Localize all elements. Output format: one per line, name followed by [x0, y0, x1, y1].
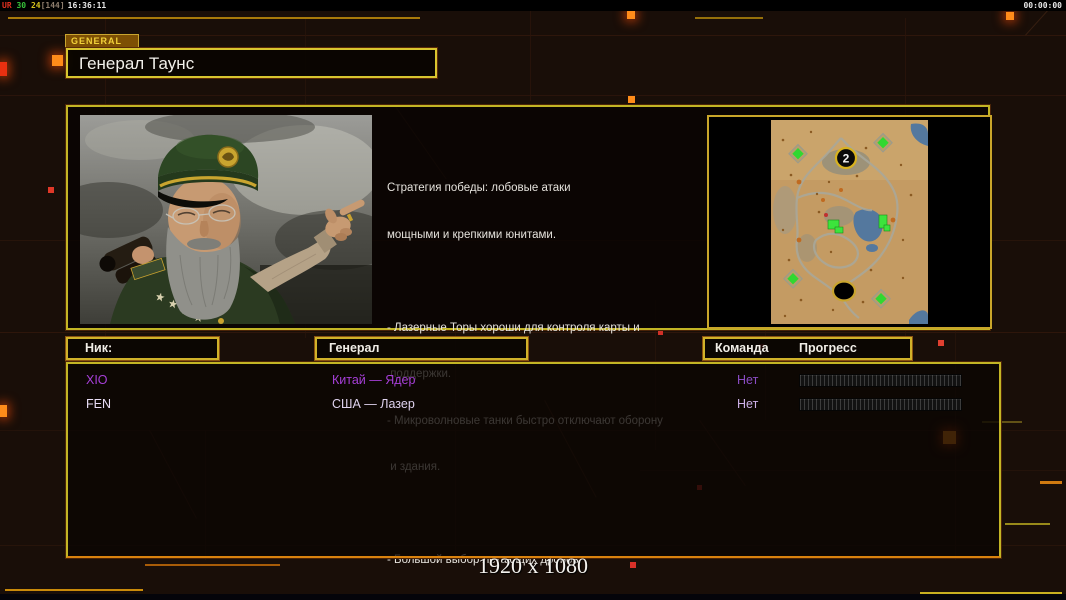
game-timer: 00:00:00 — [1023, 0, 1062, 11]
player-row[interactable]: FEN США — Лазер Нет — [68, 392, 999, 416]
clock-text: 16:36:11 — [68, 1, 107, 10]
bio-line — [387, 274, 717, 290]
general-portrait — [80, 115, 372, 324]
general-name-title: Генерал Таунс — [66, 48, 437, 78]
portrait-image — [80, 115, 372, 324]
circuit-line — [530, 11, 531, 101]
column-header-general: Генерал — [315, 337, 528, 360]
debug-status-bar: UR 30 24[144]16:36:11 00:00:00 — [0, 0, 1066, 11]
stat-value-bracket: [144] — [41, 1, 65, 10]
tab-general[interactable]: GENERAL — [65, 34, 139, 48]
glow-square — [627, 11, 635, 19]
player-progress-bar — [799, 398, 962, 411]
column-header-team-progress: Команда Прогресс — [703, 337, 912, 360]
glow-square — [1006, 12, 1014, 20]
general-info-panel: Стратегия победы: лобовые атаки мощными … — [66, 105, 990, 330]
bio-line: мощными и крепкими юнитами. — [387, 228, 717, 244]
player-general: США — Лазер — [332, 396, 415, 412]
circuit-line — [1040, 481, 1062, 484]
player-team: Нет — [737, 372, 758, 388]
general-column-label: Генерал — [329, 341, 379, 355]
player-progress-bar — [799, 374, 962, 387]
circuit-line — [5, 589, 143, 591]
performance-stats: UR 30 24[144]16:36:11 — [2, 0, 106, 11]
glow-square — [0, 62, 7, 76]
circuit-line — [0, 95, 1066, 96]
players-list-panel: XIO Китай — Ядер Нет FEN США — Лазер Нет — [66, 362, 1001, 558]
player-row[interactable]: XIO Китай — Ядер Нет — [68, 368, 999, 392]
minimap-start-marker-2: 2 — [843, 152, 850, 166]
glow-square — [628, 96, 635, 103]
circuit-line — [1005, 523, 1050, 525]
nick-column-label: Ник: — [85, 341, 112, 355]
glow-square — [48, 187, 54, 193]
circuit-line — [695, 17, 763, 19]
stat-label: UR — [2, 1, 12, 10]
stat-value-yellow: 24 — [31, 1, 41, 10]
minimap-image: 2 — [709, 117, 990, 327]
stat-value-green: 30 — [16, 1, 26, 10]
glow-square — [52, 55, 63, 66]
player-team: Нет — [737, 396, 758, 412]
player-general: Китай — Ядер — [332, 372, 415, 388]
bio-line: - Лазерные Торы хороши для контроля карт… — [387, 321, 717, 337]
minimap-preview: 2 — [707, 115, 992, 329]
resolution-label: 1920 x 1080 — [0, 553, 1066, 579]
bottom-edge-strip — [0, 594, 1066, 600]
bio-line: Стратегия победы: лобовые атаки — [387, 181, 717, 197]
team-column-label: Команда — [715, 339, 769, 358]
glow-square — [0, 405, 7, 417]
player-nick: FEN — [86, 396, 111, 412]
column-header-nick: Ник: — [66, 337, 219, 360]
circuit-line — [0, 35, 1066, 36]
player-nick: XIO — [86, 372, 108, 388]
progress-column-label: Прогресс — [799, 339, 857, 358]
glow-square — [938, 340, 944, 346]
circuit-line — [8, 17, 420, 19]
